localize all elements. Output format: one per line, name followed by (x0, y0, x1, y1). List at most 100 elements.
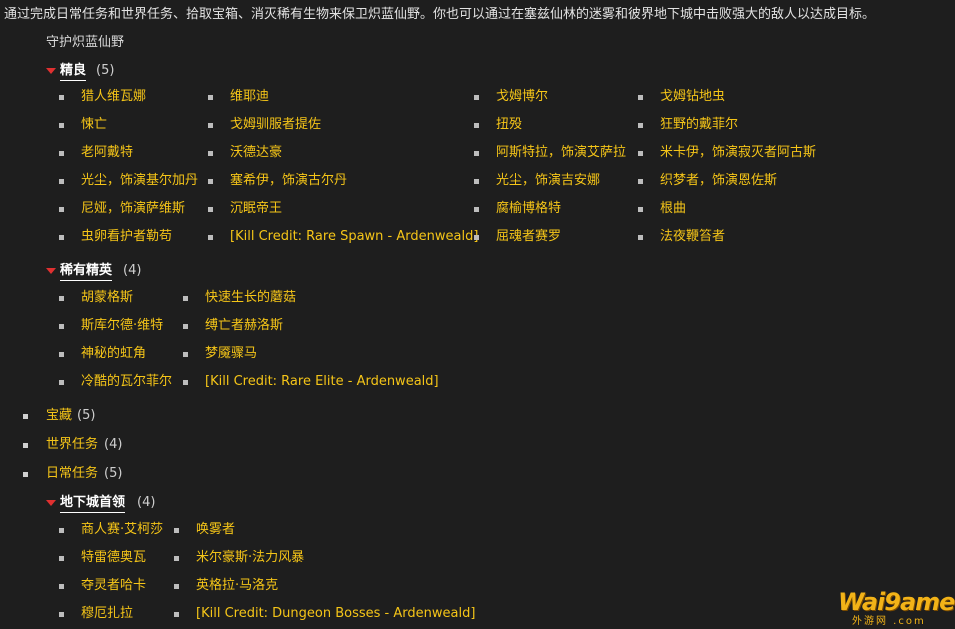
list-item-link[interactable]: 特雷德奥瓦 (81, 550, 146, 566)
bullet-icon (638, 151, 643, 156)
bullet-icon (183, 296, 188, 301)
bullet-icon (59, 151, 64, 156)
bullet-icon (183, 352, 188, 357)
list-item-link[interactable]: 法夜鞭笞者 (660, 229, 725, 245)
list-item-link[interactable]: 英格拉·马洛克 (196, 578, 278, 594)
list-item-link[interactable]: 神秘的虹角 (81, 346, 146, 362)
bullet-icon (23, 472, 28, 477)
section-title: 守护炽蓝仙野 (46, 35, 125, 50)
bullet-icon (474, 179, 479, 184)
list-item-link[interactable]: 戈姆钻地虫 (660, 89, 725, 105)
bullet-icon (59, 556, 64, 561)
bullet-icon (208, 123, 213, 128)
top-item-label[interactable]: 世界任务 (46, 437, 98, 453)
bullet-icon (474, 95, 479, 100)
list-item-link[interactable]: 商人赛·艾柯莎 (81, 522, 163, 538)
collapse-arrow-icon[interactable] (46, 500, 56, 506)
list-item-link[interactable]: 冷酷的瓦尔菲尔 (81, 374, 172, 390)
list-item-link[interactable]: 根曲 (660, 201, 686, 217)
intro-text: 通过完成日常任务和世界任务、拾取宝箱、消灭稀有生物来保卫炽蓝仙野。你也可以通过在… (4, 7, 876, 22)
bullet-icon (474, 123, 479, 128)
bullet-icon (183, 380, 188, 385)
list-item-link[interactable]: [Kill Credit: Rare Elite - Ardenweald] (205, 374, 439, 390)
bullet-icon (208, 151, 213, 156)
list-item-link[interactable]: 维耶迪 (230, 89, 269, 105)
bullet-icon (59, 296, 64, 301)
list-item-link[interactable]: 夺灵者哈卡 (81, 578, 146, 594)
list-item-link[interactable]: 腐榆博格特 (496, 201, 561, 217)
top-item-count: (5) (104, 466, 123, 481)
bullet-icon (59, 612, 64, 617)
bullet-icon (208, 179, 213, 184)
bullet-icon (59, 179, 64, 184)
watermark-sub: 外游网 .com (852, 616, 926, 627)
group-count: (4) (137, 495, 156, 510)
bullet-icon (23, 443, 28, 448)
bullet-icon (59, 380, 64, 385)
group-count: (4) (123, 263, 142, 278)
group-title-rare-elite[interactable]: 稀有精英 (60, 263, 113, 281)
bullet-icon (59, 235, 64, 240)
group-title-rare[interactable]: 精良 (60, 63, 87, 81)
group-count: (5) (96, 63, 115, 78)
list-item-link[interactable]: 光尘，饰演基尔加丹 (81, 173, 198, 189)
top-item-count: (5) (77, 408, 96, 423)
bullet-icon (183, 324, 188, 329)
list-item-link[interactable]: 胡蒙格斯 (81, 290, 133, 306)
list-item-link[interactable]: 织梦者，饰演恩佐斯 (660, 173, 777, 189)
bullet-icon (474, 151, 479, 156)
bullet-icon (59, 528, 64, 533)
bullet-icon (208, 207, 213, 212)
collapse-arrow-icon[interactable] (46, 268, 56, 274)
bullet-icon (474, 235, 479, 240)
list-item-link[interactable]: 沉眠帝王 (230, 201, 282, 217)
list-item-link[interactable]: 屈魂者赛罗 (496, 229, 561, 245)
bullet-icon (474, 207, 479, 212)
list-item-link[interactable]: 米尔豪斯·法力风暴 (196, 550, 304, 566)
bullet-icon (23, 414, 28, 419)
list-item-link[interactable]: 戈姆博尔 (496, 89, 548, 105)
bullet-icon (59, 207, 64, 212)
list-item-link[interactable]: 尼娅，饰演萨维斯 (81, 201, 185, 217)
bullet-icon (208, 95, 213, 100)
collapse-arrow-icon[interactable] (46, 68, 56, 74)
bullet-icon (59, 95, 64, 100)
bullet-icon (208, 235, 213, 240)
list-item-link[interactable]: 梦魇骤马 (205, 346, 257, 362)
list-item-link[interactable]: [Kill Credit: Rare Spawn - Ardenweald] (230, 229, 478, 245)
list-item-link[interactable]: 塞希伊，饰演古尔丹 (230, 173, 347, 189)
list-item-link[interactable]: 悚亡 (81, 117, 107, 133)
list-item-link[interactable]: 米卡伊，饰演寂灭者阿古斯 (660, 145, 816, 161)
list-item-link[interactable]: 老阿戴特 (81, 145, 133, 161)
list-item-link[interactable]: 缚亡者赫洛斯 (205, 318, 283, 334)
list-item-link[interactable]: [Kill Credit: Dungeon Bosses - Ardenweal… (196, 606, 475, 622)
list-item-link[interactable]: 猎人维瓦娜 (81, 89, 146, 105)
group-title-dungeon-bosses[interactable]: 地下城首领 (60, 495, 126, 513)
bullet-icon (174, 584, 179, 589)
list-item-link[interactable]: 光尘，饰演吉安娜 (496, 173, 600, 189)
achievement-page: 通过完成日常任务和世界任务、拾取宝箱、消灭稀有生物来保卫炽蓝仙野。你也可以通过在… (0, 0, 955, 629)
bullet-icon (59, 584, 64, 589)
list-item-link[interactable]: 狂野的戴菲尔 (660, 117, 738, 133)
top-item-label[interactable]: 宝藏 (46, 408, 72, 424)
list-item-link[interactable]: 快速生长的蘑菇 (205, 290, 296, 306)
top-item-count: (4) (104, 437, 123, 452)
list-item-link[interactable]: 阿斯特拉，饰演艾萨拉 (496, 145, 626, 161)
list-item-link[interactable]: 斯库尔德·维特 (81, 318, 163, 334)
bullet-icon (174, 528, 179, 533)
bullet-icon (638, 123, 643, 128)
list-item-link[interactable]: 虫卵看护者勒苟 (81, 229, 172, 245)
list-item-link[interactable]: 穆厄扎拉 (81, 606, 133, 622)
list-item-link[interactable]: 沃德达豪 (230, 145, 282, 161)
list-item-link[interactable]: 戈姆驯服者提佐 (230, 117, 321, 133)
bullet-icon (638, 95, 643, 100)
bullet-icon (638, 179, 643, 184)
bullet-icon (174, 556, 179, 561)
bullet-icon (638, 235, 643, 240)
list-item-link[interactable]: 唤雾者 (196, 522, 235, 538)
bullet-icon (174, 612, 179, 617)
bullet-icon (59, 324, 64, 329)
bullet-icon (638, 207, 643, 212)
list-item-link[interactable]: 扭殁 (496, 117, 522, 133)
top-item-label[interactable]: 日常任务 (46, 466, 98, 482)
